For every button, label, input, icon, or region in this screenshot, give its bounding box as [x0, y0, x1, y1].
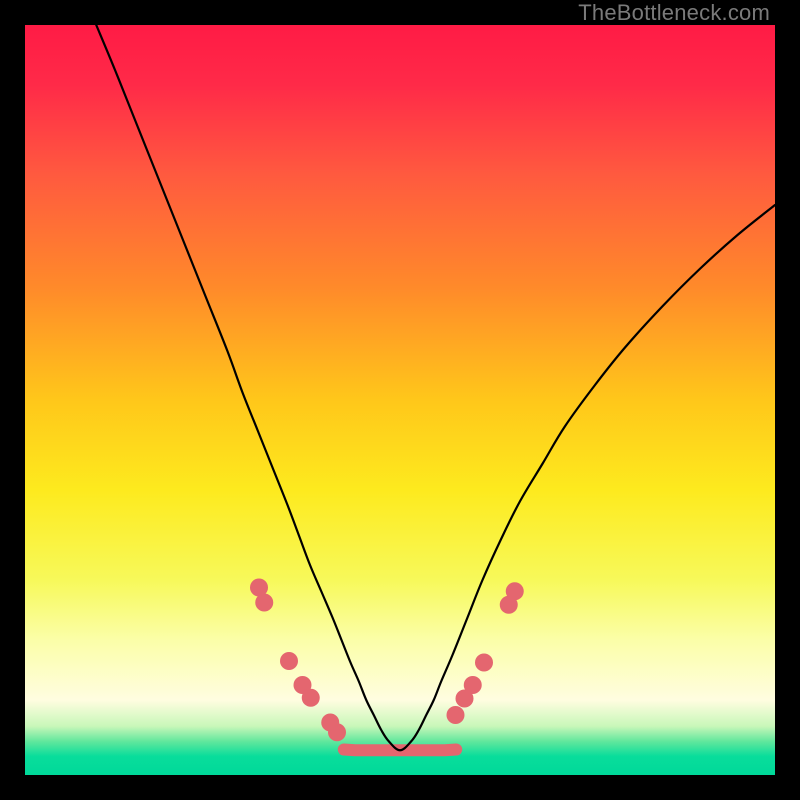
gradient-background [25, 25, 775, 775]
marker-point [464, 676, 482, 694]
chart-frame: TheBottleneck.com [0, 0, 800, 800]
marker-point [475, 654, 493, 672]
marker-point [328, 723, 346, 741]
marker-point [280, 652, 298, 670]
watermark-text: TheBottleneck.com [578, 0, 770, 26]
bottleneck-chart [25, 25, 775, 775]
marker-point [506, 582, 524, 600]
marker-point [302, 689, 320, 707]
marker-point [447, 706, 465, 724]
plot-area [25, 25, 775, 775]
marker-point [255, 594, 273, 612]
